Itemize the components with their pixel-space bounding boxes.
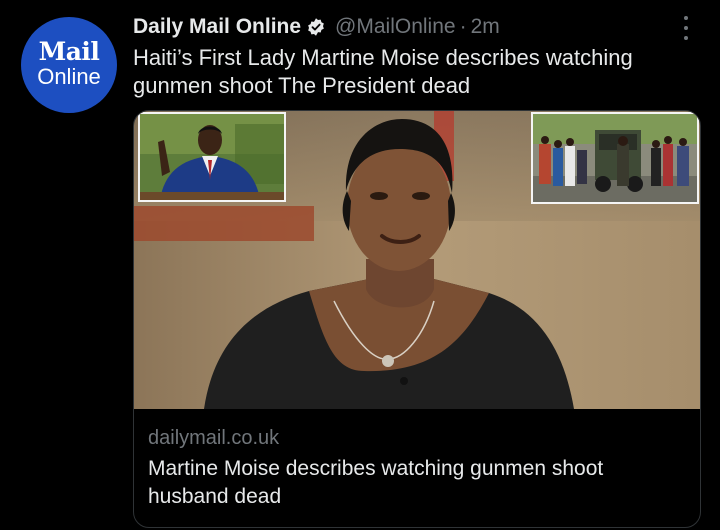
president-inset-photo	[138, 112, 286, 202]
link-card[interactable]: dailymail.co.uk Martine Moise describes …	[133, 110, 701, 528]
timestamp[interactable]: 2m	[471, 15, 500, 39]
tweet-header: Daily Mail Online @MailOnline · 2m	[133, 13, 500, 41]
verified-badge-icon	[306, 17, 326, 37]
handle[interactable]: @MailOnline	[335, 15, 456, 39]
more-options-icon[interactable]	[676, 16, 696, 40]
separator-dot: ·	[459, 15, 467, 38]
card-title: Martine Moise describes watching gunmen …	[148, 457, 604, 508]
avatar-logo-line2: Online	[37, 64, 101, 89]
card-image	[134, 111, 700, 409]
gunmen-inset-photo	[531, 112, 699, 204]
tweet-text: Haiti’s First Lady Martine Moise describ…	[133, 45, 633, 98]
card-domain: dailymail.co.uk	[148, 427, 280, 449]
avatar[interactable]: Mail Online	[21, 17, 117, 113]
avatar-logo-line1: Mail	[38, 37, 100, 66]
display-name[interactable]: Daily Mail Online	[133, 15, 301, 39]
